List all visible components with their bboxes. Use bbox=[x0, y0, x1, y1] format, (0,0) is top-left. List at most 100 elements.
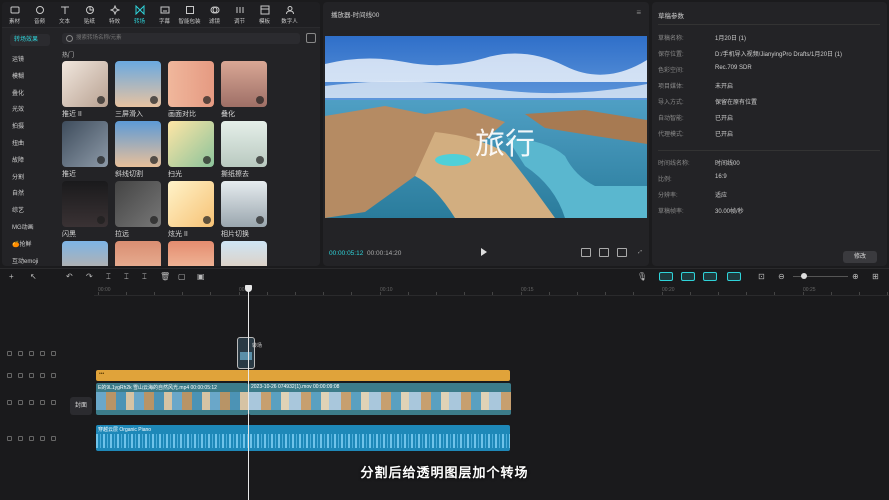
transition-tile[interactable] bbox=[62, 241, 108, 266]
time-ruler[interactable]: 00:0000:0500:1000:1500:2000:25 bbox=[94, 286, 889, 296]
category-item[interactable]: 综艺 bbox=[2, 203, 56, 220]
download-icon[interactable] bbox=[97, 216, 105, 224]
edit-button[interactable]: 修改 bbox=[843, 251, 877, 263]
crop-icon[interactable] bbox=[581, 248, 591, 257]
split-left-icon[interactable]: ⌶ bbox=[124, 273, 129, 281]
category-item[interactable]: 扭曲 bbox=[2, 136, 56, 153]
category-item[interactable]: 拍摄 bbox=[2, 119, 56, 136]
toolbar-tab-11[interactable]: 数字人 bbox=[277, 2, 302, 28]
toolbar-tab-10[interactable]: 模板 bbox=[252, 2, 277, 28]
transition-tile[interactable]: 叠化 bbox=[221, 61, 267, 118]
transition-tile[interactable]: 撕纸擦去 bbox=[221, 121, 267, 178]
transition-tile[interactable] bbox=[221, 241, 267, 266]
transition-tile[interactable]: 拉远 bbox=[115, 181, 161, 238]
menu-icon[interactable]: ≡ bbox=[636, 8, 641, 17]
zoom-slider-handle[interactable] bbox=[801, 273, 807, 279]
preview-axis-icon[interactable] bbox=[727, 272, 741, 281]
download-icon[interactable] bbox=[203, 216, 211, 224]
download-icon[interactable] bbox=[256, 156, 264, 164]
filter-icon[interactable] bbox=[306, 33, 316, 43]
category-item[interactable]: MG动画 bbox=[2, 220, 56, 237]
transition-tile[interactable]: 三屏滑入 bbox=[115, 61, 161, 118]
category-item[interactable]: 自然 bbox=[2, 186, 56, 203]
download-icon[interactable] bbox=[256, 96, 264, 104]
cover-button[interactable]: 封面 bbox=[70, 397, 92, 415]
undo-icon[interactable]: ↶ bbox=[66, 273, 73, 281]
select-tool-icon[interactable]: ↖ bbox=[30, 273, 37, 281]
download-icon[interactable] bbox=[256, 216, 264, 224]
search-input[interactable]: 搜索转场名称/元素 bbox=[62, 33, 300, 44]
split-icon[interactable]: ⌶ bbox=[106, 273, 111, 281]
video-clip-1[interactable]: E的9L1ygRh2k 雪山云海的自然风光.mp4 00:00:05:12 bbox=[96, 383, 248, 415]
toolbar-tab-6[interactable]: 字幕 bbox=[152, 2, 177, 28]
category-item[interactable]: 模糊 bbox=[2, 69, 56, 86]
param-label: 项目媒体: bbox=[658, 84, 684, 90]
ratio-icon[interactable] bbox=[617, 248, 627, 257]
crop-tool-icon[interactable]: ▣ bbox=[197, 273, 205, 281]
transition-tile[interactable]: 相片切换 bbox=[221, 181, 267, 238]
transition-tile[interactable]: 斜线切割 bbox=[115, 121, 161, 178]
toolbar-tab-9[interactable]: 调节 bbox=[227, 2, 252, 28]
toolbar-tab-0[interactable]: 素材 bbox=[2, 2, 27, 28]
transition-tile[interactable]: 推近 bbox=[62, 121, 108, 178]
category-header[interactable]: 转场效果 bbox=[10, 34, 50, 46]
transition-tile[interactable]: 炫光 II bbox=[168, 181, 214, 238]
video-preview[interactable]: 旅行 bbox=[325, 36, 647, 218]
tile-thumbnail bbox=[221, 241, 267, 266]
transition-tile[interactable] bbox=[115, 241, 161, 266]
toolbar-tab-2[interactable]: 文本 bbox=[52, 2, 77, 28]
toolbar-tab-1[interactable]: 音频 bbox=[27, 2, 52, 28]
toolbar-tab-3[interactable]: 贴纸 bbox=[77, 2, 102, 28]
download-icon[interactable] bbox=[150, 216, 158, 224]
download-icon[interactable] bbox=[203, 96, 211, 104]
fit-icon[interactable]: ⊡ bbox=[758, 273, 765, 281]
overlay-track[interactable]: ••• bbox=[96, 370, 510, 381]
download-icon[interactable] bbox=[150, 156, 158, 164]
category-item[interactable]: 互动emoji bbox=[2, 254, 56, 266]
delete-icon[interactable]: 🗑 bbox=[160, 273, 170, 281]
redo-icon[interactable]: ↷ bbox=[86, 273, 93, 281]
download-icon[interactable] bbox=[203, 156, 211, 164]
tile-thumbnail bbox=[221, 181, 267, 227]
category-item[interactable]: 光效 bbox=[2, 102, 56, 119]
transition-tile[interactable] bbox=[168, 241, 214, 266]
ruler-tick bbox=[351, 292, 352, 295]
split-right-icon[interactable]: ⌶ bbox=[142, 273, 147, 281]
link-icon[interactable] bbox=[703, 272, 717, 281]
track-controls[interactable] bbox=[7, 436, 56, 441]
category-item[interactable]: 运镜 bbox=[2, 52, 56, 69]
zoom-in-icon[interactable]: ⊕ bbox=[852, 273, 859, 281]
fullscreen-icon[interactable]: ⤢ bbox=[635, 248, 645, 257]
transition-tile[interactable]: 扫光 bbox=[168, 121, 214, 178]
category-item[interactable]: 分割 bbox=[2, 170, 56, 187]
toolbar-tab-5[interactable]: 转场 bbox=[127, 2, 152, 28]
transition-tile[interactable]: 闪黑 bbox=[62, 181, 108, 238]
download-icon[interactable] bbox=[97, 96, 105, 104]
player-title: 播放器-时间线00 bbox=[331, 12, 380, 19]
video-clip-2[interactable]: 2023-10-26 074932(1).mov 00:00:09:08 bbox=[249, 383, 511, 415]
download-icon[interactable] bbox=[150, 96, 158, 104]
toolbar-tab-8[interactable]: 滤镜 bbox=[202, 2, 227, 28]
zoom-out-icon[interactable]: ⊖ bbox=[778, 273, 785, 281]
ruler-tick bbox=[323, 292, 324, 295]
toolbar-tab-4[interactable]: 特效 bbox=[102, 2, 127, 28]
play-button[interactable] bbox=[481, 248, 487, 256]
mark-icon[interactable]: ▢ bbox=[178, 273, 186, 281]
category-item[interactable]: 🍊抢鲜 bbox=[2, 237, 56, 254]
audio-track[interactable]: 穿越云层 Organic Piano bbox=[96, 425, 510, 451]
microphone-icon[interactable]: 🎙 bbox=[637, 273, 647, 281]
track-controls[interactable] bbox=[7, 373, 56, 378]
add-track-icon[interactable]: + bbox=[9, 273, 14, 281]
link-main-icon[interactable] bbox=[659, 272, 673, 281]
settings-icon[interactable]: ⊞ bbox=[872, 273, 879, 281]
track-controls[interactable] bbox=[7, 351, 56, 356]
download-icon[interactable] bbox=[97, 156, 105, 164]
magnet-icon[interactable] bbox=[681, 272, 695, 281]
toolbar-tab-7[interactable]: 智能包装 bbox=[177, 2, 202, 28]
category-item[interactable]: 叠化 bbox=[2, 86, 56, 103]
focus-icon[interactable] bbox=[599, 248, 609, 257]
transition-tile[interactable]: 推近 II bbox=[62, 61, 108, 118]
track-controls[interactable] bbox=[7, 400, 56, 405]
transition-tile[interactable]: 画面对比 bbox=[168, 61, 214, 118]
category-item[interactable]: 故障 bbox=[2, 153, 56, 170]
